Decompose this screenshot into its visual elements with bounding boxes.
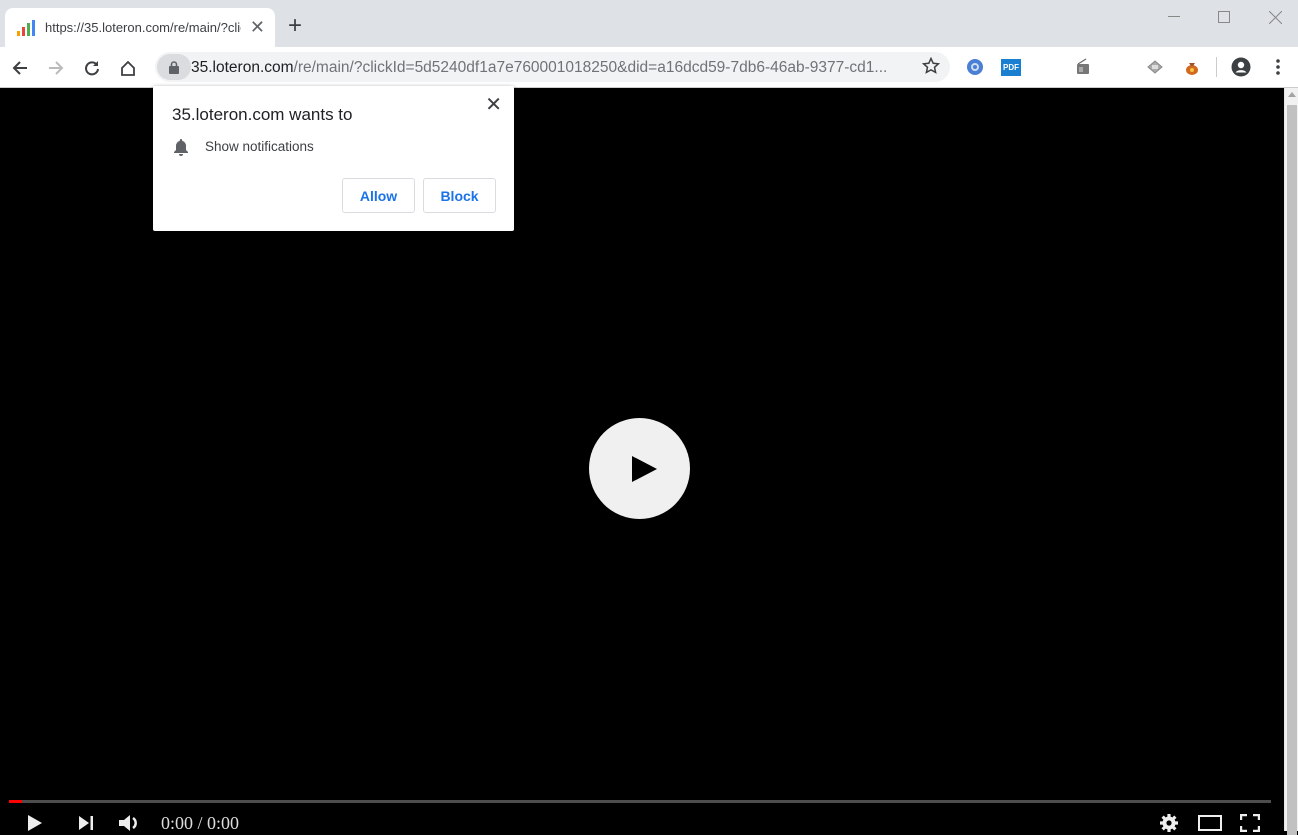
block-button[interactable]: Block [423, 178, 496, 213]
skip-next-icon [79, 816, 93, 830]
url-text[interactable]: 35.loteron.com/re/main/?clickId=5d5240df… [191, 59, 887, 77]
vertical-scrollbar[interactable] [1284, 88, 1298, 835]
reload-icon [85, 61, 99, 76]
video-progress-bar[interactable] [9, 800, 1271, 803]
forward-arrow-icon [49, 61, 64, 75]
title-bar: https://35.loteron.com/re/main/?clickId=… [0, 0, 1298, 47]
notification-permission-popup: 35.loteron.com wants to ✕ Show notificat… [153, 86, 514, 231]
volume-icon [119, 815, 137, 831]
pdf-extension[interactable]: PDF [1001, 57, 1021, 77]
minimize-icon [1168, 16, 1180, 17]
profile-button[interactable] [1230, 56, 1252, 78]
tab-title: https://35.loteron.com/re/main/?clickId= [45, 20, 241, 35]
url-host: 35.loteron.com [191, 59, 294, 76]
pdf-icon: PDF [1001, 58, 1021, 76]
bag-extension[interactable] [1182, 57, 1202, 77]
popup-title: 35.loteron.com wants to [172, 105, 353, 124]
maximize-icon [1218, 11, 1230, 23]
tag-icon [1147, 60, 1163, 74]
fullscreen-icon [1240, 814, 1260, 832]
gear-icon [1160, 814, 1178, 832]
globe-extension-icon [967, 59, 983, 75]
tag-extension[interactable] [1145, 57, 1165, 77]
star-icon [921, 56, 941, 74]
bell-icon [173, 138, 189, 161]
back-arrow-icon [12, 61, 27, 75]
tab-close-icon[interactable]: ✕ [250, 17, 265, 37]
lock-icon [169, 60, 179, 74]
theater-mode-icon [1198, 815, 1222, 831]
progress-played [9, 800, 22, 803]
money-bag-icon [1186, 63, 1198, 75]
toolbar-separator [1216, 57, 1217, 77]
maximize-button[interactable] [1201, 4, 1247, 30]
scroll-thumb[interactable] [1287, 105, 1297, 835]
close-window-button[interactable] [1252, 4, 1298, 30]
account-icon [1231, 57, 1251, 77]
kebab-menu-icon [1276, 59, 1280, 75]
play-icon [28, 815, 42, 831]
bookmark-star-button[interactable] [921, 56, 941, 80]
home-button[interactable] [114, 54, 142, 82]
back-button[interactable] [6, 54, 34, 82]
permission-text: Show notifications [205, 139, 314, 154]
url-path: /re/main/?clickId=5d5240df1a7e7600010182… [293, 59, 888, 76]
scroll-up-arrow-icon[interactable] [1288, 92, 1296, 97]
browser-tab[interactable]: https://35.loteron.com/re/main/?clickId=… [5, 8, 275, 47]
new-tab-button[interactable]: + [288, 14, 302, 38]
blue-globe-extension[interactable] [965, 57, 985, 77]
home-icon [121, 60, 135, 76]
address-bar[interactable]: 35.loteron.com/re/main/?clickId=5d5240df… [155, 52, 950, 82]
site-info-button[interactable] [157, 54, 191, 80]
toolbar: 35.loteron.com/re/main/?clickId=5d5240df… [0, 47, 1298, 88]
radio-icon [1077, 58, 1089, 74]
menu-button[interactable] [1268, 57, 1288, 77]
large-play-button[interactable] [589, 418, 690, 519]
close-icon [1268, 10, 1282, 24]
allow-button[interactable]: Allow [342, 178, 415, 213]
bar-chart-icon [17, 19, 35, 36]
forward-button[interactable] [42, 54, 70, 82]
popup-close-icon[interactable]: ✕ [485, 92, 502, 117]
minimize-button[interactable] [1151, 4, 1197, 30]
reload-button[interactable] [78, 54, 106, 82]
radio-extension[interactable] [1073, 57, 1093, 77]
